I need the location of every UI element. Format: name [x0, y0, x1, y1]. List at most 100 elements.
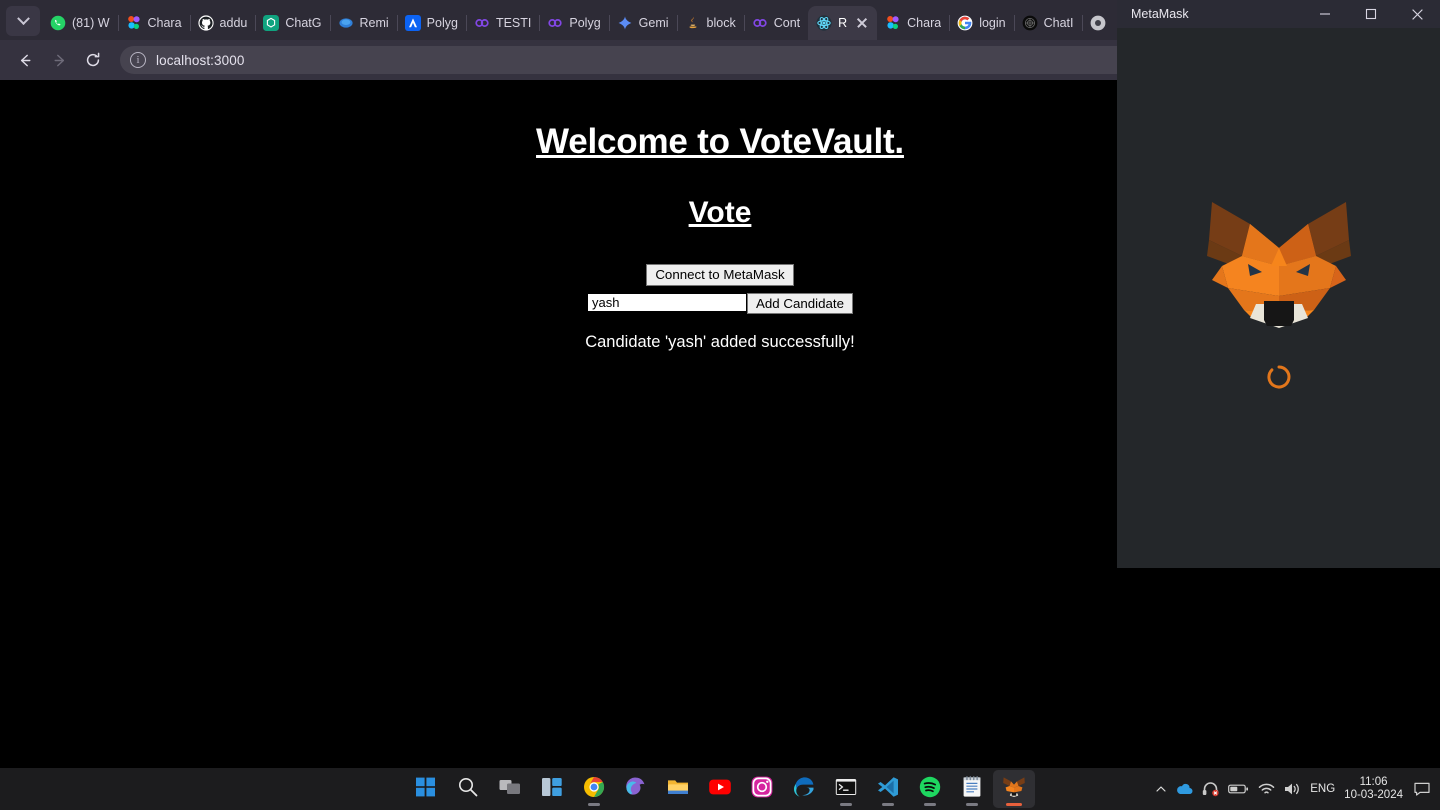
start-button[interactable]: [405, 770, 447, 808]
whatsapp-icon: [50, 15, 66, 31]
show-hidden-icons-button[interactable]: [1155, 783, 1167, 795]
screen: (81) W Chara addu ChatG Remi Polyg TESTI Polyg G…: [0, 0, 1440, 810]
browser-tab[interactable]: Gemi: [609, 6, 678, 40]
system-tray: ENG 11:06 10-03-2024: [1155, 768, 1432, 810]
dark-circle-icon: [1022, 15, 1038, 31]
tab-label: Polyg: [426, 16, 458, 30]
taskbar-spotify[interactable]: [909, 770, 951, 808]
minimize-button[interactable]: [1302, 0, 1348, 28]
figma-icon: [885, 15, 901, 31]
tab-search-button[interactable]: [6, 6, 40, 36]
metamask-body: [1117, 28, 1440, 568]
vscode-icon: [876, 775, 900, 804]
copilot-icon: [624, 775, 648, 804]
github-icon: [197, 15, 214, 31]
close-tab-icon[interactable]: [855, 16, 869, 30]
close-icon: [1411, 8, 1423, 20]
browser-tab[interactable]: ChatI: [1014, 6, 1083, 40]
browser-tab[interactable]: login: [949, 6, 1015, 40]
browser-tab[interactable]: Cont: [744, 6, 810, 40]
browser-tab[interactable]: addu: [190, 6, 257, 40]
close-button[interactable]: [1394, 0, 1440, 28]
polygon-icon: [474, 15, 490, 31]
add-candidate-button[interactable]: Add Candidate: [747, 293, 853, 314]
headset-muted-tray-icon[interactable]: [1202, 781, 1219, 797]
browser-tab[interactable]: Chara: [877, 6, 951, 40]
widgets-button[interactable]: [531, 770, 573, 808]
battery-icon: [1228, 784, 1249, 794]
metamask-fox-logo: [1204, 200, 1354, 345]
browser-tab[interactable]: Remi: [330, 6, 398, 40]
chatgpt-icon: [263, 15, 280, 31]
volume-tray-icon[interactable]: [1284, 782, 1301, 796]
site-info-icon[interactable]: i: [130, 52, 146, 68]
gemini-icon: [617, 15, 633, 31]
clock-time: 11:06: [1359, 775, 1388, 788]
instagram-icon: [750, 775, 774, 804]
candidate-name-input[interactable]: [587, 293, 747, 312]
windows-logo-icon: [414, 775, 438, 804]
alchemy-icon: [404, 15, 421, 31]
taskbar-youtube[interactable]: [699, 770, 741, 808]
polygon-icon: [752, 15, 768, 31]
battery-tray-icon[interactable]: [1228, 783, 1249, 795]
react-icon: [816, 15, 832, 31]
taskbar-vscode[interactable]: [867, 770, 909, 808]
notepad-icon: [960, 775, 984, 804]
tab-label: login: [979, 16, 1006, 30]
taskbar-notepad[interactable]: [951, 770, 993, 808]
back-button[interactable]: [10, 45, 40, 75]
metamask-fox-icon: [1002, 775, 1026, 804]
terminal-icon: [834, 775, 858, 804]
browser-tab[interactable]: ChatG: [255, 6, 331, 40]
clock-date: 10-03-2024: [1344, 789, 1403, 801]
onedrive-tray-icon[interactable]: [1176, 782, 1193, 796]
spotify-icon: [918, 775, 942, 804]
forward-button[interactable]: [44, 45, 74, 75]
google-icon: [957, 15, 973, 31]
taskbar-terminal[interactable]: [825, 770, 867, 808]
metamask-titlebar: MetaMask: [1117, 0, 1440, 28]
tab-label: TESTI: [495, 16, 532, 30]
taskbar-edge[interactable]: [783, 770, 825, 808]
browser-tab[interactable]: R: [808, 6, 878, 40]
browser-tab[interactable]: [1082, 6, 1121, 40]
search-icon: [456, 775, 480, 804]
minimize-icon: [1320, 13, 1330, 15]
metamask-window: MetaMask: [1117, 0, 1440, 568]
chrome-icon: [582, 775, 606, 804]
tab-label: (81) W: [72, 16, 110, 30]
browser-tab[interactable]: TESTI: [466, 6, 541, 40]
maximize-button[interactable]: [1348, 0, 1394, 28]
browser-tab[interactable]: Chara: [118, 6, 191, 40]
browser-tab[interactable]: block: [677, 6, 745, 40]
clock[interactable]: 11:06 10-03-2024: [1344, 776, 1403, 803]
taskbar-chrome[interactable]: [573, 770, 615, 808]
search-button[interactable]: [447, 770, 489, 808]
taskbar-instagram[interactable]: [741, 770, 783, 808]
java-icon: [685, 15, 701, 31]
language-indicator[interactable]: ENG: [1310, 783, 1335, 795]
connect-metamask-button[interactable]: Connect to MetaMask: [646, 264, 794, 286]
browser-tab[interactable]: Polyg: [397, 6, 467, 40]
taskbar-metamask[interactable]: [993, 770, 1035, 808]
tab-label: Remi: [359, 16, 389, 30]
task-view-button[interactable]: [489, 770, 531, 808]
tab-label: addu: [219, 16, 248, 30]
youtube-icon: [708, 775, 732, 804]
window-controls: [1302, 0, 1440, 28]
remix-icon: [338, 15, 354, 31]
reload-icon: [86, 52, 100, 67]
forward-arrow-icon: [54, 54, 64, 66]
browser-tab[interactable]: Polyg: [539, 6, 610, 40]
reload-button[interactable]: [78, 45, 108, 75]
tab-label: Chara: [147, 16, 182, 30]
browser-tab[interactable]: (81) W: [42, 6, 119, 40]
wifi-tray-icon[interactable]: [1258, 783, 1275, 796]
taskbar-copilot[interactable]: [615, 770, 657, 808]
taskbar-file-explorer[interactable]: [657, 770, 699, 808]
notification-icon: [1414, 782, 1430, 796]
widgets-icon: [540, 775, 564, 804]
polygon-icon: [547, 15, 563, 31]
notification-center-button[interactable]: [1412, 779, 1432, 799]
